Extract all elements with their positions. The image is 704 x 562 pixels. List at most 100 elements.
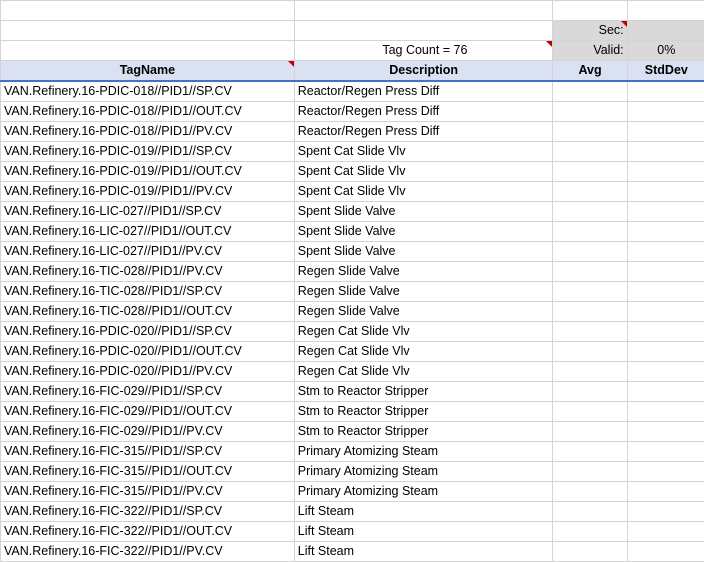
avg-cell[interactable] bbox=[553, 102, 627, 122]
description-cell[interactable]: Stm to Reactor Stripper bbox=[294, 422, 553, 442]
tagname-cell[interactable]: VAN.Refinery.16-FIC-315//PID1//PV.CV bbox=[1, 482, 295, 502]
stddev-cell[interactable] bbox=[627, 542, 704, 562]
description-cell[interactable]: Regen Cat Slide Vlv bbox=[294, 322, 553, 342]
stddev-cell[interactable] bbox=[627, 182, 704, 202]
tagname-cell[interactable]: VAN.Refinery.16-TIC-028//PID1//SP.CV bbox=[1, 282, 295, 302]
description-cell[interactable]: Spent Slide Valve bbox=[294, 242, 553, 262]
stddev-cell[interactable] bbox=[627, 102, 704, 122]
stddev-cell[interactable] bbox=[627, 382, 704, 402]
tagname-cell[interactable]: VAN.Refinery.16-FIC-322//PID1//SP.CV bbox=[1, 502, 295, 522]
description-cell[interactable]: Reactor/Regen Press Diff bbox=[294, 122, 553, 142]
avg-cell[interactable] bbox=[553, 462, 627, 482]
tagname-cell[interactable]: VAN.Refinery.16-PDIC-019//PID1//OUT.CV bbox=[1, 162, 295, 182]
description-cell[interactable]: Spent Cat Slide Vlv bbox=[294, 142, 553, 162]
sec-value[interactable] bbox=[627, 21, 704, 41]
cell-d1[interactable] bbox=[627, 1, 704, 21]
tagname-cell[interactable]: VAN.Refinery.16-FIC-029//PID1//PV.CV bbox=[1, 422, 295, 442]
description-cell[interactable]: Lift Steam bbox=[294, 502, 553, 522]
avg-cell[interactable] bbox=[553, 242, 627, 262]
description-cell[interactable]: Primary Atomizing Steam bbox=[294, 482, 553, 502]
description-cell[interactable]: Regen Cat Slide Vlv bbox=[294, 362, 553, 382]
description-cell[interactable]: Spent Cat Slide Vlv bbox=[294, 182, 553, 202]
tagname-cell[interactable]: VAN.Refinery.16-PDIC-018//PID1//SP.CV bbox=[1, 81, 295, 102]
stddev-cell[interactable] bbox=[627, 482, 704, 502]
tagname-cell[interactable]: VAN.Refinery.16-LIC-027//PID1//OUT.CV bbox=[1, 222, 295, 242]
valid-label[interactable]: Valid: bbox=[553, 41, 627, 61]
avg-cell[interactable] bbox=[553, 222, 627, 242]
cell-a3[interactable] bbox=[1, 41, 295, 61]
stddev-cell[interactable] bbox=[627, 222, 704, 242]
header-stddev[interactable]: StdDev bbox=[627, 61, 704, 82]
tagname-cell[interactable]: VAN.Refinery.16-FIC-315//PID1//OUT.CV bbox=[1, 462, 295, 482]
avg-cell[interactable] bbox=[553, 322, 627, 342]
avg-cell[interactable] bbox=[553, 422, 627, 442]
description-cell[interactable]: Regen Slide Valve bbox=[294, 282, 553, 302]
avg-cell[interactable] bbox=[553, 502, 627, 522]
avg-cell[interactable] bbox=[553, 262, 627, 282]
tagname-cell[interactable]: VAN.Refinery.16-FIC-029//PID1//OUT.CV bbox=[1, 402, 295, 422]
tagname-cell[interactable]: VAN.Refinery.16-PDIC-020//PID1//OUT.CV bbox=[1, 342, 295, 362]
cell-c1[interactable] bbox=[553, 1, 627, 21]
avg-cell[interactable] bbox=[553, 482, 627, 502]
stddev-cell[interactable] bbox=[627, 302, 704, 322]
avg-cell[interactable] bbox=[553, 162, 627, 182]
tagname-cell[interactable]: VAN.Refinery.16-PDIC-020//PID1//PV.CV bbox=[1, 362, 295, 382]
avg-cell[interactable] bbox=[553, 522, 627, 542]
cell-b1[interactable] bbox=[294, 1, 553, 21]
stddev-cell[interactable] bbox=[627, 81, 704, 102]
avg-cell[interactable] bbox=[553, 142, 627, 162]
description-cell[interactable]: Regen Slide Valve bbox=[294, 262, 553, 282]
description-cell[interactable]: Spent Cat Slide Vlv bbox=[294, 162, 553, 182]
avg-cell[interactable] bbox=[553, 542, 627, 562]
description-cell[interactable]: Stm to Reactor Stripper bbox=[294, 402, 553, 422]
sec-label[interactable]: Sec: bbox=[553, 21, 627, 41]
stddev-cell[interactable] bbox=[627, 322, 704, 342]
tagname-cell[interactable]: VAN.Refinery.16-TIC-028//PID1//OUT.CV bbox=[1, 302, 295, 322]
avg-cell[interactable] bbox=[553, 302, 627, 322]
tagname-cell[interactable]: VAN.Refinery.16-LIC-027//PID1//PV.CV bbox=[1, 242, 295, 262]
stddev-cell[interactable] bbox=[627, 522, 704, 542]
tagname-cell[interactable]: VAN.Refinery.16-PDIC-018//PID1//OUT.CV bbox=[1, 102, 295, 122]
avg-cell[interactable] bbox=[553, 282, 627, 302]
tagname-cell[interactable]: VAN.Refinery.16-TIC-028//PID1//PV.CV bbox=[1, 262, 295, 282]
stddev-cell[interactable] bbox=[627, 422, 704, 442]
description-cell[interactable]: Primary Atomizing Steam bbox=[294, 462, 553, 482]
stddev-cell[interactable] bbox=[627, 462, 704, 482]
stddev-cell[interactable] bbox=[627, 262, 704, 282]
cell-a2[interactable] bbox=[1, 21, 295, 41]
cell-b2[interactable] bbox=[294, 21, 553, 41]
avg-cell[interactable] bbox=[553, 442, 627, 462]
description-cell[interactable]: Lift Steam bbox=[294, 522, 553, 542]
tagname-cell[interactable]: VAN.Refinery.16-PDIC-019//PID1//SP.CV bbox=[1, 142, 295, 162]
stddev-cell[interactable] bbox=[627, 142, 704, 162]
avg-cell[interactable] bbox=[553, 382, 627, 402]
stddev-cell[interactable] bbox=[627, 362, 704, 382]
tagname-cell[interactable]: VAN.Refinery.16-FIC-315//PID1//SP.CV bbox=[1, 442, 295, 462]
stddev-cell[interactable] bbox=[627, 502, 704, 522]
stddev-cell[interactable] bbox=[627, 242, 704, 262]
avg-cell[interactable] bbox=[553, 402, 627, 422]
description-cell[interactable]: Lift Steam bbox=[294, 542, 553, 562]
avg-cell[interactable] bbox=[553, 342, 627, 362]
stddev-cell[interactable] bbox=[627, 442, 704, 462]
avg-cell[interactable] bbox=[553, 182, 627, 202]
tagname-cell[interactable]: VAN.Refinery.16-PDIC-018//PID1//PV.CV bbox=[1, 122, 295, 142]
description-cell[interactable]: Spent Slide Valve bbox=[294, 222, 553, 242]
description-cell[interactable]: Stm to Reactor Stripper bbox=[294, 382, 553, 402]
header-avg[interactable]: Avg bbox=[553, 61, 627, 82]
description-cell[interactable]: Regen Cat Slide Vlv bbox=[294, 342, 553, 362]
tagname-cell[interactable]: VAN.Refinery.16-PDIC-019//PID1//PV.CV bbox=[1, 182, 295, 202]
stddev-cell[interactable] bbox=[627, 342, 704, 362]
cell-a1[interactable] bbox=[1, 1, 295, 21]
tagname-cell[interactable]: VAN.Refinery.16-FIC-322//PID1//PV.CV bbox=[1, 542, 295, 562]
stddev-cell[interactable] bbox=[627, 122, 704, 142]
stddev-cell[interactable] bbox=[627, 202, 704, 222]
tagname-cell[interactable]: VAN.Refinery.16-PDIC-020//PID1//SP.CV bbox=[1, 322, 295, 342]
description-cell[interactable]: Reactor/Regen Press Diff bbox=[294, 81, 553, 102]
description-cell[interactable]: Reactor/Regen Press Diff bbox=[294, 102, 553, 122]
avg-cell[interactable] bbox=[553, 81, 627, 102]
tagname-cell[interactable]: VAN.Refinery.16-LIC-027//PID1//SP.CV bbox=[1, 202, 295, 222]
description-cell[interactable]: Spent Slide Valve bbox=[294, 202, 553, 222]
stddev-cell[interactable] bbox=[627, 402, 704, 422]
description-cell[interactable]: Regen Slide Valve bbox=[294, 302, 553, 322]
